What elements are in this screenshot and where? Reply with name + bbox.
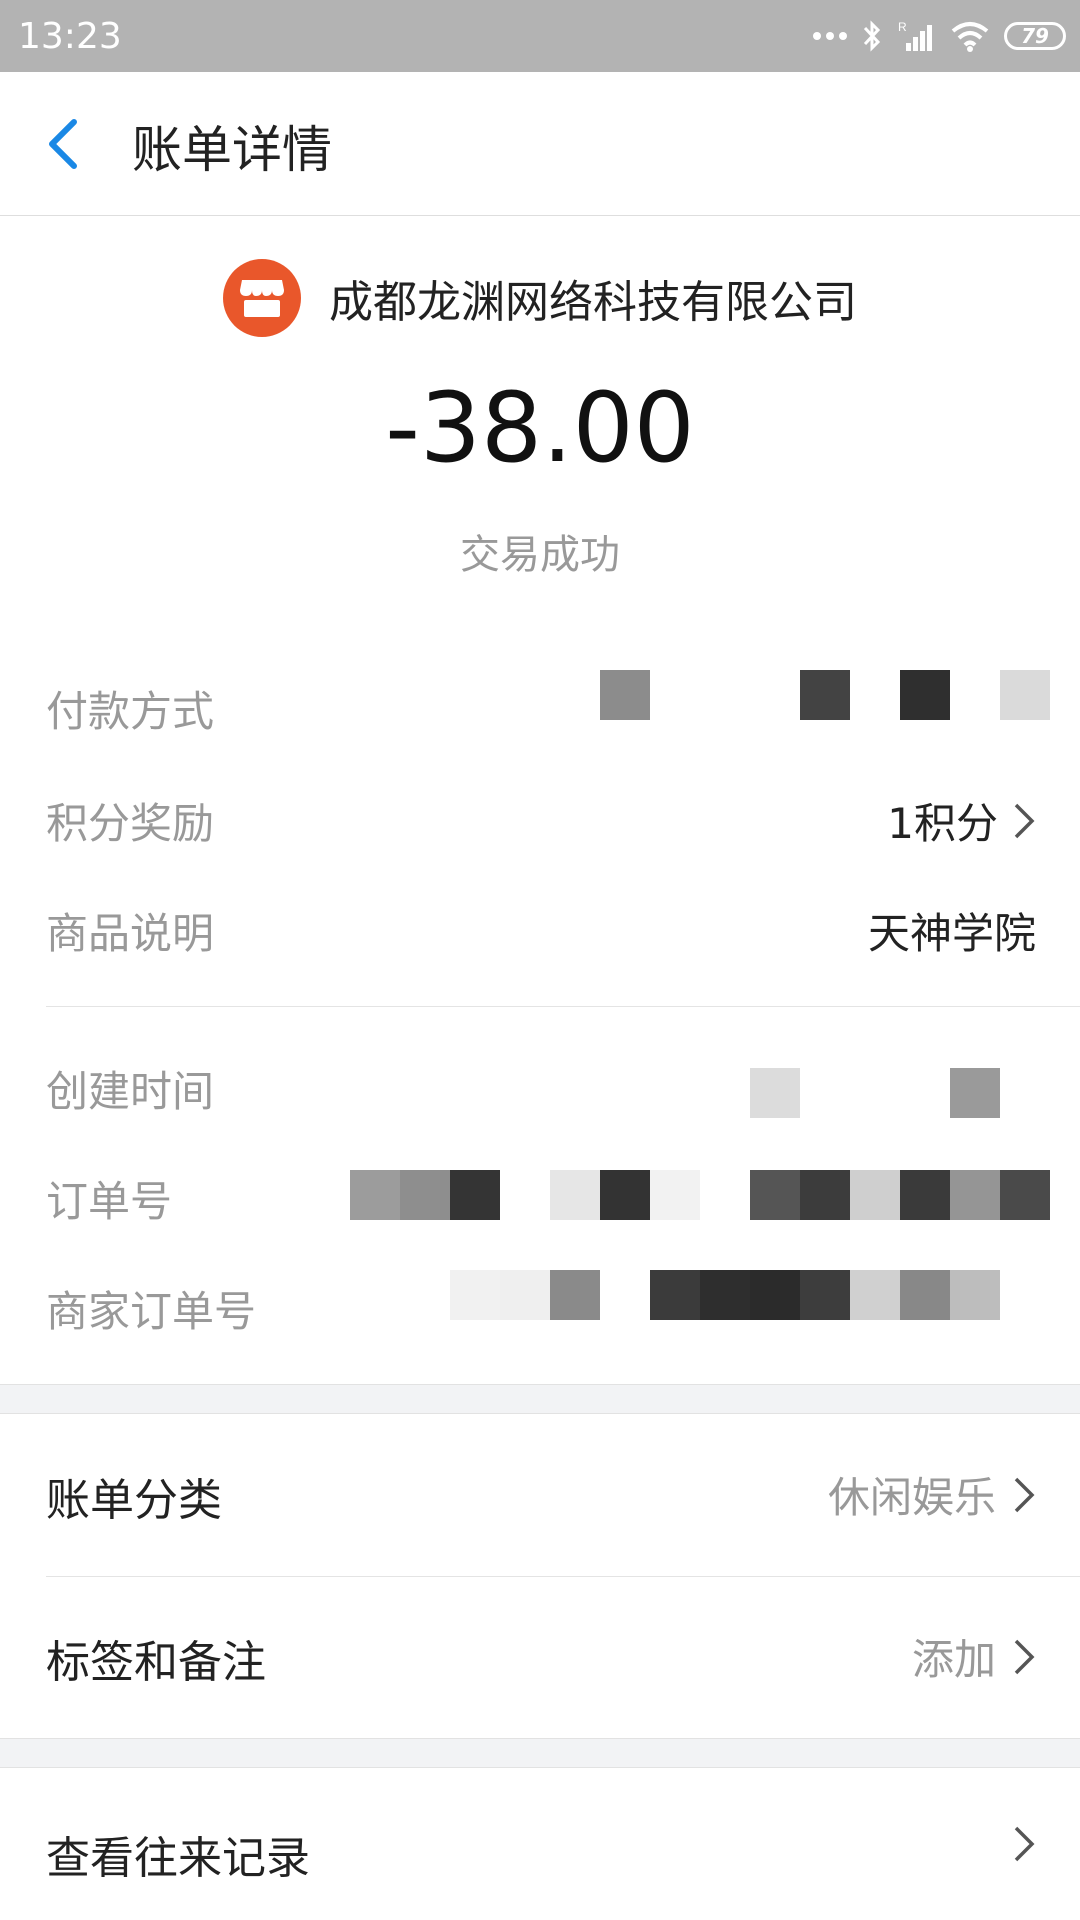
tags-notes-value: 添加: [911, 1635, 996, 1684]
view-history-row[interactable]: 查看往来记录: [0, 1768, 1080, 1920]
chevron-right-icon: [1014, 1639, 1035, 1674]
product-value: 天神学院: [867, 909, 1036, 958]
chevron-right-icon: [1014, 1477, 1035, 1512]
battery-level: 79: [1021, 24, 1049, 48]
product-row: 商品说明 天神学院: [46, 900, 1036, 960]
bill-actions-section: 账单分类 休闲娱乐 标签和备注 添加: [0, 1414, 1080, 1738]
section-gap: [0, 1738, 1080, 1768]
created-time-label: 创建时间: [46, 1067, 215, 1116]
points-label: 积分奖励: [46, 799, 215, 848]
back-chevron-icon: [49, 119, 77, 169]
transaction-status: 交易成功: [460, 532, 620, 578]
product-label: 商品说明: [46, 909, 215, 958]
payment-method-label: 付款方式: [46, 687, 215, 736]
merchant-order-number-label: 商家订单号: [46, 1287, 257, 1336]
view-history-label: 查看往来记录: [46, 1833, 310, 1884]
status-icons: R 79: [812, 16, 1066, 56]
tags-notes-value-group: 添加: [912, 1626, 1036, 1687]
bill-category-value: 休闲娱乐: [827, 1473, 996, 1522]
chevron-right-icon: [1014, 1826, 1035, 1862]
history-section: 查看往来记录: [0, 1768, 1080, 1920]
bill-summary-card: 成都龙渊网络科技有限公司 -38.00 交易成功 付款方式 积分奖励 1积分 商…: [0, 216, 1080, 1384]
view-history-chevron-group: [1012, 1824, 1036, 1864]
more-dots-icon: [813, 32, 847, 40]
tags-notes-label: 标签和备注: [46, 1637, 266, 1688]
chevron-right-icon: [1014, 803, 1035, 838]
svg-text:R: R: [898, 20, 907, 34]
order-number-redacted: [350, 1170, 1050, 1220]
status-time: 13:23: [18, 16, 122, 57]
merchant-name: 成都龙渊网络科技有限公司: [329, 277, 857, 328]
bluetooth-icon: [863, 20, 881, 52]
store-icon: [223, 259, 301, 337]
section-gap: [0, 1384, 1080, 1414]
order-number-label: 订单号: [46, 1177, 173, 1226]
product-value-group: 天神学院: [868, 900, 1036, 961]
amount: -38.00: [385, 372, 695, 484]
bill-category-row[interactable]: 账单分类 休闲娱乐: [0, 1414, 1080, 1576]
divider: [46, 1006, 1080, 1007]
wifi-icon: [951, 22, 989, 52]
points-value: 1积分: [887, 799, 998, 848]
payment-method-redacted: [600, 670, 1050, 720]
points-value-group: 1积分: [887, 790, 1036, 851]
signal-icon: R: [898, 20, 932, 51]
merchant-row: 成都龙渊网络科技有限公司: [0, 258, 1080, 338]
merchant-order-number-redacted: [450, 1270, 1000, 1320]
tags-notes-row[interactable]: 标签和备注 添加: [0, 1576, 1080, 1738]
bill-category-value-group: 休闲娱乐: [828, 1464, 1036, 1525]
bill-category-label: 账单分类: [46, 1475, 222, 1526]
points-row[interactable]: 积分奖励 1积分: [46, 790, 1036, 850]
back-button[interactable]: [40, 116, 96, 172]
battery-icon: 79: [1004, 22, 1066, 50]
page-title: 账单详情: [132, 121, 332, 179]
status-bar: 13:23 R 79: [0, 0, 1080, 72]
nav-bar: 账单详情: [0, 72, 1080, 216]
created-time-redacted: [750, 1068, 1000, 1118]
